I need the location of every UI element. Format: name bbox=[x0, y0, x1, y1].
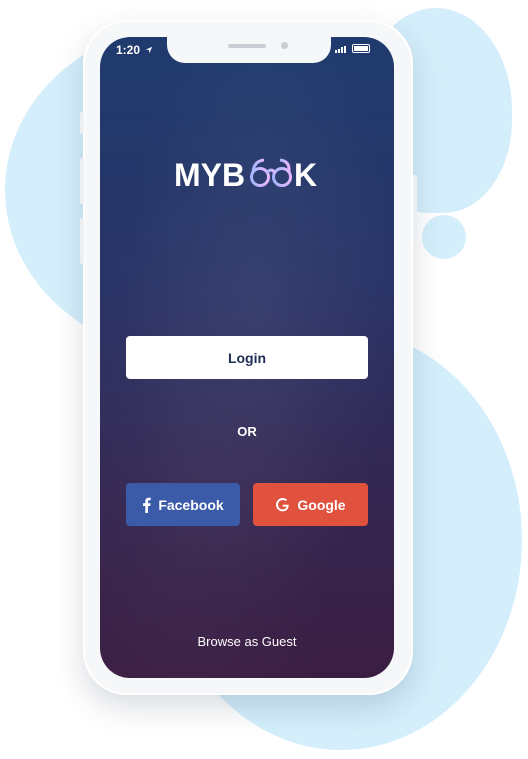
login-button[interactable]: Login bbox=[126, 336, 368, 379]
logo-text-end: K bbox=[294, 157, 317, 191]
phone-notch bbox=[167, 37, 331, 63]
facebook-login-button[interactable]: Facebook bbox=[126, 483, 240, 526]
facebook-icon bbox=[142, 497, 152, 513]
signal-icon bbox=[335, 46, 346, 53]
status-time-text: 1:20 bbox=[116, 43, 141, 57]
login-button-label: Login bbox=[227, 349, 267, 366]
google-icon bbox=[275, 497, 290, 512]
status-indicators bbox=[335, 44, 370, 53]
phone-mute-switch bbox=[80, 112, 84, 134]
google-button-label: Google bbox=[297, 496, 346, 513]
phone-volume-up bbox=[80, 158, 84, 204]
location-arrow-icon bbox=[146, 46, 153, 54]
app-logo: MYB K bbox=[174, 155, 319, 193]
phone-volume-down bbox=[80, 218, 84, 264]
facebook-button-label: Facebook bbox=[158, 496, 224, 513]
phone-power-button bbox=[413, 175, 417, 245]
background-circle-small bbox=[422, 215, 466, 259]
browse-as-guest-link[interactable]: Browse as Guest bbox=[160, 634, 334, 649]
app-logo-graphic: MYB K bbox=[174, 157, 317, 193]
phone-speaker bbox=[228, 44, 266, 48]
google-login-button[interactable]: Google bbox=[253, 483, 368, 526]
status-time: 1:20 bbox=[116, 43, 153, 57]
battery-icon bbox=[352, 44, 370, 53]
or-separator: OR bbox=[237, 424, 257, 439]
logo-text-start: MYB bbox=[174, 157, 245, 191]
glasses-icon bbox=[250, 158, 292, 187]
phone-camera bbox=[281, 42, 288, 49]
